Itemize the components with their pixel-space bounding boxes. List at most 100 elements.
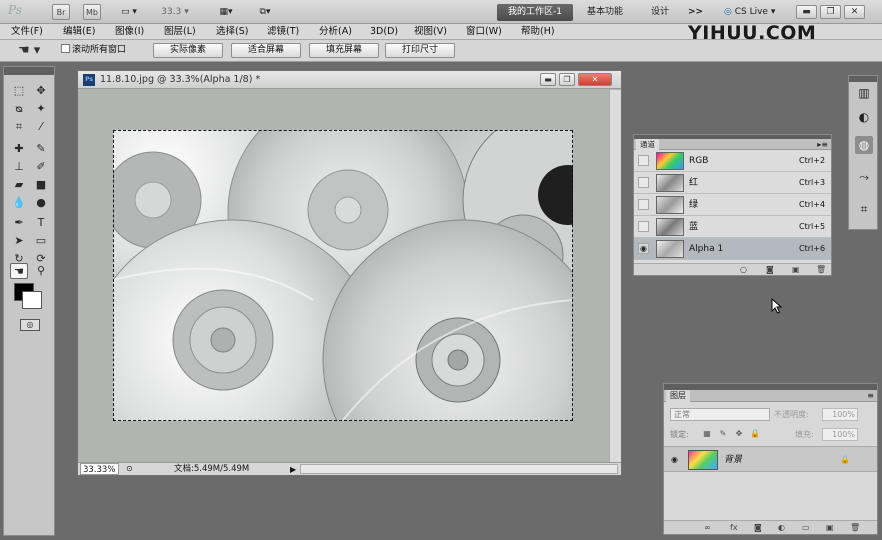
- actual-pixels-button[interactable]: 实际像素: [153, 43, 223, 58]
- delete-channel-icon[interactable]: 🗑: [816, 264, 826, 276]
- view-extras-dropdown[interactable]: ▭ ▾: [114, 4, 144, 20]
- fit-screen-button[interactable]: 适合屏幕: [231, 43, 301, 58]
- channel-row-rgb[interactable]: RGB Ctrl+2: [634, 150, 831, 172]
- menu-3d[interactable]: 3D(D): [370, 25, 398, 39]
- menu-image[interactable]: 图像(I): [115, 25, 144, 39]
- clone-stamp-tool-icon[interactable]: ⊥: [10, 159, 28, 175]
- blend-mode-select[interactable]: 正常: [670, 408, 770, 421]
- restore-button[interactable]: ❐: [820, 5, 841, 19]
- gradient-tool-icon[interactable]: ■: [32, 177, 50, 193]
- lock-position-icon[interactable]: ✥: [734, 429, 744, 439]
- lock-transparent-icon[interactable]: ▦: [702, 429, 712, 439]
- menu-layer[interactable]: 图层(L): [164, 25, 196, 39]
- menu-analysis[interactable]: 分析(A): [319, 25, 352, 39]
- dodge-tool-icon[interactable]: ●: [32, 195, 50, 211]
- mini-bridge-button[interactable]: Mb: [83, 4, 101, 20]
- document-minimize-button[interactable]: ▬: [540, 73, 556, 86]
- lasso-tool-icon[interactable]: ᴓ: [10, 101, 28, 117]
- history-brush-tool-icon[interactable]: ✐: [32, 159, 50, 175]
- zoom-tool-icon[interactable]: ⚲: [32, 263, 50, 279]
- status-options-icon[interactable]: ⊙: [126, 463, 133, 475]
- tool-preset-picker[interactable]: ☚ ▾: [18, 42, 48, 59]
- cs-live-menu[interactable]: ◎ CS Live ▾: [724, 4, 775, 21]
- workspace-design[interactable]: 设计: [651, 4, 669, 21]
- fill-field[interactable]: 100%: [822, 428, 858, 441]
- adjustment-layer-icon[interactable]: ◐: [778, 522, 785, 534]
- zoom-level-dropdown[interactable]: 33.3 ▾: [160, 4, 190, 20]
- close-app-button[interactable]: ✕: [844, 5, 865, 19]
- save-selection-icon[interactable]: ◙: [766, 264, 774, 276]
- channel-row-red[interactable]: 红 Ctrl+3: [634, 172, 831, 194]
- load-selection-icon[interactable]: ○: [740, 264, 747, 276]
- shape-tool-icon[interactable]: ▭: [32, 233, 50, 249]
- visibility-toggle[interactable]: [638, 221, 649, 232]
- path-selection-tool-icon[interactable]: ➤: [10, 233, 28, 249]
- tools-panel-header[interactable]: [4, 67, 54, 75]
- channels-panel-icon[interactable]: ◍: [855, 136, 873, 154]
- horizontal-scrollbar[interactable]: [300, 464, 618, 474]
- hand-tool-icon[interactable]: ☚: [10, 263, 28, 279]
- info-menu-arrow-icon[interactable]: ▶: [290, 464, 296, 476]
- healing-brush-tool-icon[interactable]: ✚: [10, 141, 28, 157]
- menu-edit[interactable]: 编辑(E): [63, 25, 95, 39]
- menu-select[interactable]: 选择(S): [216, 25, 248, 39]
- visibility-toggle[interactable]: [638, 155, 649, 166]
- channel-row-green[interactable]: 绿 Ctrl+4: [634, 194, 831, 216]
- new-layer-icon[interactable]: ▣: [826, 522, 834, 534]
- blur-tool-icon[interactable]: 💧: [10, 195, 28, 211]
- tab-layers[interactable]: 图层: [666, 390, 690, 402]
- delete-layer-icon[interactable]: 🗑: [850, 522, 860, 534]
- checkbox-box[interactable]: [61, 44, 70, 53]
- arrange-documents-dropdown[interactable]: ▦▾: [213, 4, 239, 20]
- brush-tool-icon[interactable]: ✎: [32, 141, 50, 157]
- eraser-tool-icon[interactable]: ▰: [10, 177, 28, 193]
- vertical-scrollbar[interactable]: [609, 90, 621, 462]
- new-group-icon[interactable]: ▭: [802, 522, 810, 534]
- layer-row-background[interactable]: ◉ 背景 🔒: [664, 446, 877, 472]
- move-tool-icon[interactable]: ✥: [32, 83, 50, 99]
- menu-window[interactable]: 窗口(W): [466, 25, 502, 39]
- new-channel-icon[interactable]: ▣: [792, 264, 800, 276]
- visibility-toggle[interactable]: [638, 177, 649, 188]
- layer-style-icon[interactable]: fx: [730, 522, 738, 534]
- zoom-field[interactable]: 33.33%: [80, 463, 119, 475]
- quick-mask-icon[interactable]: ◎: [20, 319, 40, 331]
- workspace-my-workspace[interactable]: 我的工作区-1: [497, 4, 573, 21]
- eye-icon[interactable]: ◉: [669, 454, 680, 465]
- visibility-toggle[interactable]: [638, 199, 649, 210]
- lock-image-icon[interactable]: ✎: [718, 429, 728, 439]
- workspace-essentials[interactable]: 基本功能: [587, 4, 623, 21]
- panel-menu-icon[interactable]: ▸≡: [817, 139, 828, 150]
- background-color-swatch[interactable]: [22, 291, 42, 309]
- screen-mode-dropdown[interactable]: ⧉▾: [252, 4, 278, 20]
- minimize-button[interactable]: ▬: [796, 5, 817, 19]
- menu-file[interactable]: 文件(F): [11, 25, 43, 39]
- history-panel-icon[interactable]: ⤳: [855, 168, 873, 186]
- scroll-all-windows-checkbox[interactable]: 滚动所有窗口: [61, 44, 126, 57]
- more-workspaces-button[interactable]: >>: [688, 4, 703, 21]
- link-layers-icon[interactable]: ∞: [704, 522, 711, 534]
- print-size-button[interactable]: 打印尺寸: [385, 43, 455, 58]
- layers-panel-menu-icon[interactable]: ≡: [867, 390, 874, 402]
- histogram-panel-icon[interactable]: ▥: [855, 84, 873, 102]
- channel-row-alpha-1[interactable]: ◉ Alpha 1 Ctrl+6: [634, 238, 831, 260]
- dock-header[interactable]: [849, 76, 877, 82]
- lock-all-icon[interactable]: 🔒: [750, 429, 760, 439]
- navigator-panel-icon[interactable]: ◐: [855, 108, 873, 126]
- quick-select-tool-icon[interactable]: ✦: [32, 101, 50, 117]
- type-tool-icon[interactable]: T: [32, 215, 50, 231]
- document-close-button[interactable]: ✕: [578, 73, 612, 86]
- menu-filter[interactable]: 滤镜(T): [267, 25, 299, 39]
- fill-screen-button[interactable]: 填充屏幕: [309, 43, 379, 58]
- tab-channels[interactable]: 通道: [636, 139, 659, 150]
- marquee-tool-icon[interactable]: ⬚: [10, 83, 28, 99]
- eyedropper-tool-icon[interactable]: ⁄: [32, 119, 50, 135]
- menu-view[interactable]: 视图(V): [414, 25, 447, 39]
- pen-tool-icon[interactable]: ✒: [10, 215, 28, 231]
- crop-tool-icon[interactable]: ⌗: [10, 119, 28, 135]
- channel-row-blue[interactable]: 蓝 Ctrl+5: [634, 216, 831, 238]
- menu-help[interactable]: 帮助(H): [521, 25, 555, 39]
- bridge-button[interactable]: Br: [52, 4, 70, 20]
- opacity-field[interactable]: 100%: [822, 408, 858, 421]
- eye-icon[interactable]: ◉: [638, 243, 649, 254]
